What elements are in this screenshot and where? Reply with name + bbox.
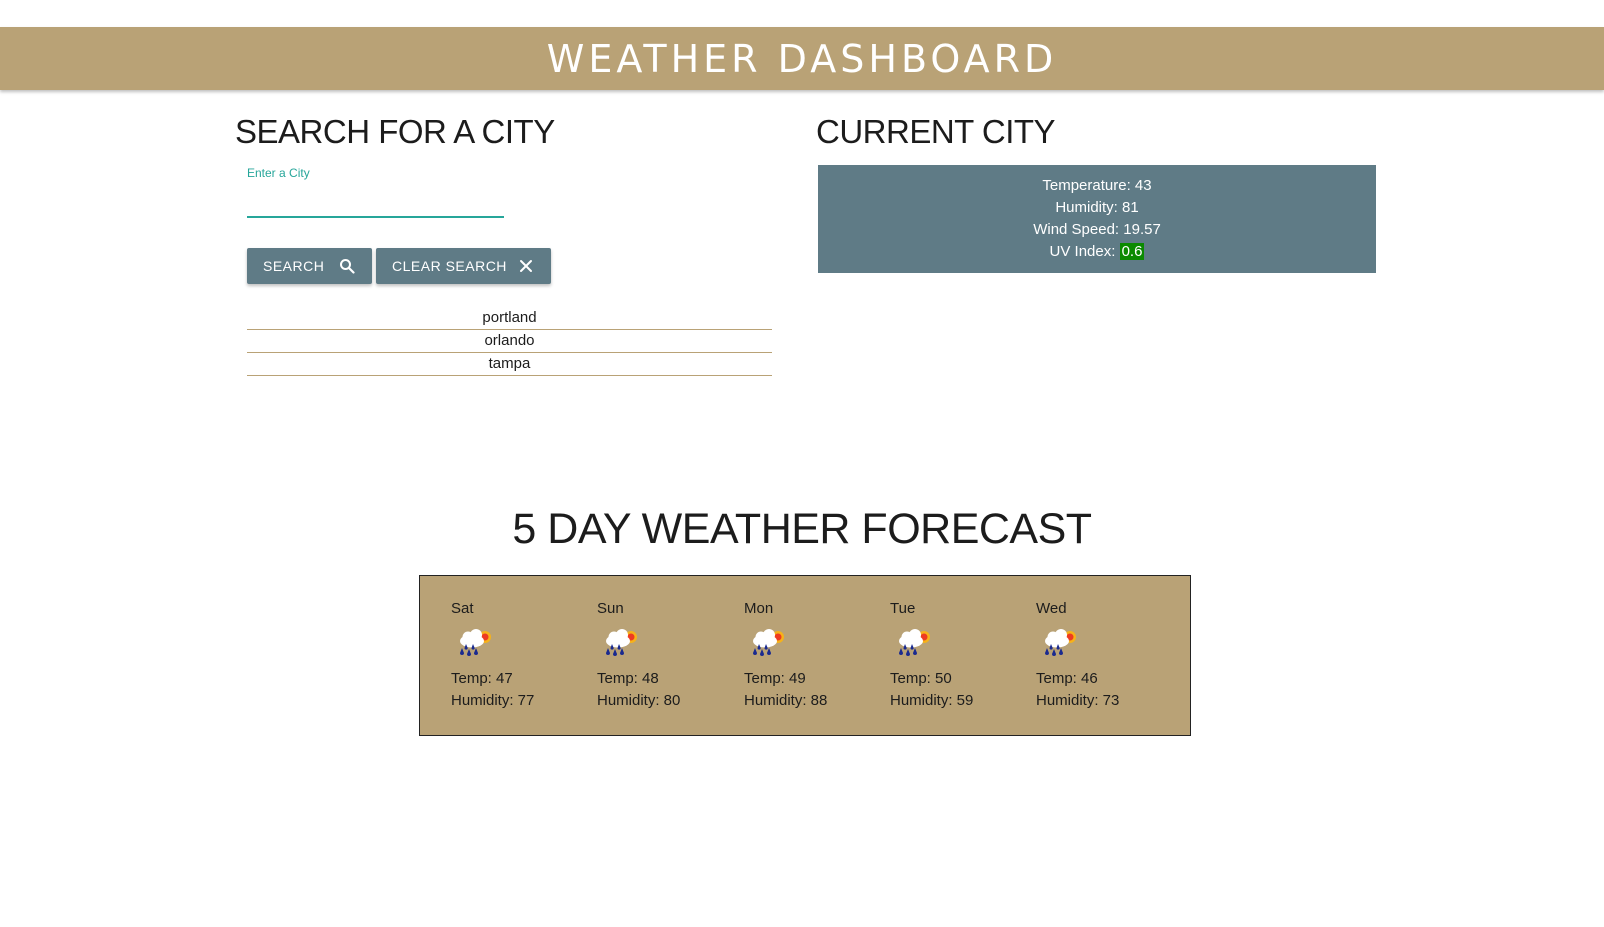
forecast-day-name: Sun — [597, 600, 624, 617]
forecast-temp: Temp: 46 — [1036, 670, 1098, 687]
forecast-day-card: Sat Temp: 47 Humidity: 77 — [451, 598, 591, 712]
search-history-list: portland orlando tampa — [247, 307, 772, 376]
clear-search-button[interactable]: CLEAR SEARCH — [376, 248, 551, 284]
city-input-label: Enter a City — [247, 166, 310, 180]
current-humidity: Humidity: 81 — [1055, 199, 1139, 216]
rain-cloud-sun-icon — [460, 629, 491, 656]
forecast-day-name: Sat — [451, 600, 474, 617]
forecast-day-name: Tue — [890, 600, 916, 617]
rain-cloud-sun-icon — [753, 629, 784, 656]
forecast-panel: Sat Temp: 47 Humidity: 77 Sun Temp: 48 H… — [419, 575, 1191, 736]
history-item-orlando[interactable]: orlando — [247, 330, 772, 353]
history-item-tampa[interactable]: tampa — [247, 353, 772, 376]
current-city-heading: CURRENT CITY — [816, 113, 1056, 150]
forecast-day-card: Mon Temp: 49 Humidity: 88 — [744, 598, 884, 712]
history-item-portland[interactable]: portland — [247, 307, 772, 330]
forecast-humidity: Humidity: 80 — [597, 692, 681, 709]
forecast-humidity: Humidity: 59 — [890, 692, 974, 709]
current-weather-panel: Temperature: 43 Humidity: 81 Wind Speed:… — [818, 165, 1376, 273]
search-button[interactable]: SEARCH — [247, 248, 372, 284]
app-title: WEATHER DASHBOARD — [546, 36, 1058, 81]
forecast-humidity: Humidity: 73 — [1036, 692, 1120, 709]
forecast-day-card: Wed Temp: 46 Humidity: 73 — [1036, 598, 1176, 712]
clear-search-button-label: CLEAR SEARCH — [392, 258, 507, 274]
search-button-label: SEARCH — [263, 258, 325, 274]
forecast-heading: 5 DAY WEATHER FORECAST — [512, 505, 1092, 553]
forecast-temp: Temp: 49 — [744, 670, 806, 687]
forecast-temp: Temp: 47 — [451, 670, 513, 687]
forecast-humidity: Humidity: 88 — [744, 692, 828, 709]
forecast-temp: Temp: 48 — [597, 670, 659, 687]
search-heading: SEARCH FOR A CITY — [235, 113, 555, 150]
city-search-input[interactable] — [247, 186, 504, 218]
forecast-day-card: Tue Temp: 50 Humidity: 59 — [890, 598, 1030, 712]
uv-index-label: UV Index: — [1049, 243, 1116, 260]
rain-cloud-sun-icon — [899, 629, 930, 656]
current-uv-index: UV Index: 0.6 — [1050, 241, 1145, 263]
forecast-day-card: Sun Temp: 48 Humidity: 80 — [597, 598, 737, 712]
forecast-day-name: Wed — [1036, 600, 1067, 617]
forecast-humidity: Humidity: 77 — [451, 692, 535, 709]
forecast-temp: Temp: 50 — [890, 670, 952, 687]
uv-index-value: 0.6 — [1119, 243, 1145, 260]
forecast-day-name: Mon — [744, 600, 774, 617]
rain-cloud-sun-icon — [1045, 629, 1076, 656]
rain-cloud-sun-icon — [606, 629, 637, 656]
app-header: WEATHER DASHBOARD — [0, 27, 1604, 90]
search-icon — [338, 257, 356, 275]
current-wind-speed: Wind Speed: 19.57 — [1033, 221, 1161, 238]
close-icon — [517, 257, 535, 275]
current-temperature: Temperature: 43 — [1042, 177, 1152, 194]
city-input-group: Enter a City — [247, 166, 504, 226]
